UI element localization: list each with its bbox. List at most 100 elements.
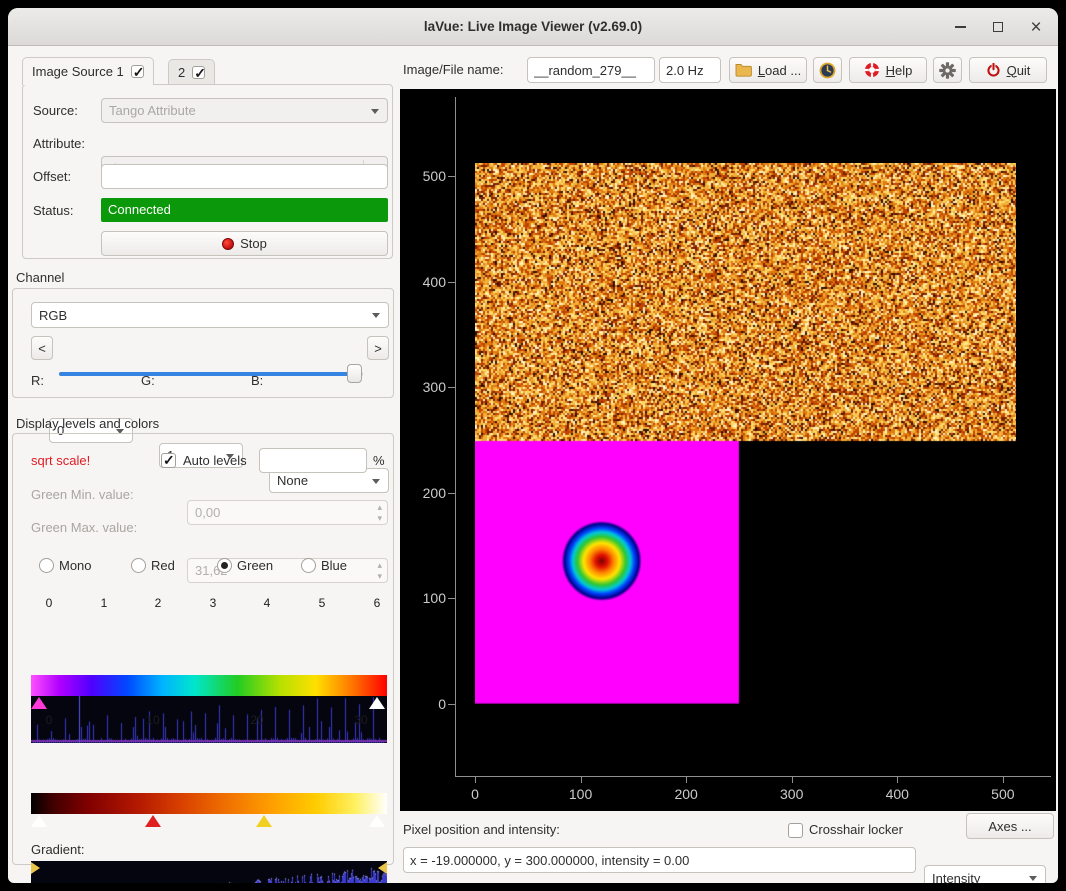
hist1-tick: 2 bbox=[155, 596, 162, 610]
help-icon bbox=[864, 62, 880, 78]
chevron-down-icon bbox=[371, 109, 379, 114]
y-tick-label: 200 bbox=[404, 484, 446, 502]
help-button[interactable]: Help bbox=[849, 57, 927, 83]
app-window: laVue: Live Image Viewer (v2.69.0) × Ima… bbox=[8, 8, 1058, 883]
spin-down-icon[interactable]: ▾ bbox=[377, 513, 382, 524]
b-label: B: bbox=[251, 368, 263, 393]
titlebar[interactable]: laVue: Live Image Viewer (v2.69.0) × bbox=[8, 8, 1058, 46]
axes-button[interactable]: Axes ... bbox=[966, 813, 1054, 839]
gradient-bar-2 bbox=[31, 793, 387, 814]
display-mode-select[interactable]: Intensity bbox=[924, 865, 1046, 883]
tab-image-source-1[interactable]: Image Source 1 bbox=[22, 57, 154, 85]
green-min-spinbox[interactable]: 0,00 ▴▾ bbox=[187, 500, 388, 525]
help-button-label: Help bbox=[886, 63, 913, 78]
radio-green-label: Green bbox=[237, 556, 273, 576]
x-tick-label: 400 bbox=[886, 786, 909, 802]
tab-image-source-1-label: Image Source 1 bbox=[32, 64, 124, 79]
gradient1-marker-white-icon[interactable] bbox=[369, 697, 385, 709]
x-tick-label: 500 bbox=[991, 786, 1014, 802]
gradient2-marker-red-icon[interactable] bbox=[145, 815, 161, 827]
status-badge: Connected bbox=[101, 198, 388, 222]
spin-arrows-icon[interactable]: ▴▾ bbox=[377, 560, 382, 582]
gear-icon bbox=[939, 62, 956, 79]
channel-prev-button[interactable]: < bbox=[31, 336, 53, 360]
gradient2-marker-yellow-icon[interactable] bbox=[256, 815, 272, 827]
radio-green[interactable] bbox=[217, 558, 232, 573]
green-min-label: Green Min. value: bbox=[31, 482, 134, 507]
gradient2-marker-white-left-icon[interactable] bbox=[31, 815, 47, 827]
x-tick-label: 0 bbox=[471, 786, 479, 802]
y-tick-mark bbox=[448, 704, 455, 705]
offset-label: Offset: bbox=[33, 164, 71, 189]
plot-area[interactable]: 01002003004005000100200300400500 bbox=[400, 89, 1056, 811]
hist1-tick: 5 bbox=[319, 596, 326, 610]
hist2-tick: 0 bbox=[46, 713, 53, 727]
x-tick-mark bbox=[581, 777, 582, 783]
minimize-button[interactable] bbox=[946, 13, 974, 41]
quit-button[interactable]: Quit bbox=[969, 57, 1047, 83]
load-button[interactable]: Load ... bbox=[729, 57, 807, 83]
tab2-enabled-checkbox[interactable] bbox=[192, 66, 205, 79]
radio-mono[interactable] bbox=[39, 558, 54, 573]
folder-icon bbox=[735, 63, 752, 77]
tab1-enabled-checkbox[interactable] bbox=[131, 65, 144, 78]
quit-icon bbox=[986, 63, 1001, 78]
status-label: Status: bbox=[33, 198, 73, 223]
channel-next-button[interactable]: > bbox=[367, 336, 389, 360]
x-tick-mark bbox=[686, 777, 687, 783]
level2-min-handle-icon[interactable] bbox=[31, 862, 40, 874]
levels-panel: sqrt scale! Auto levels % Green Min. val… bbox=[12, 433, 394, 865]
tab-image-source-2-label: 2 bbox=[178, 65, 185, 80]
spin-up-icon[interactable]: ▴ bbox=[377, 502, 382, 513]
hist1-tick: 1 bbox=[101, 596, 108, 610]
hist2-tick: 20 bbox=[250, 713, 263, 727]
offset-input[interactable] bbox=[101, 164, 388, 189]
gradient2-marker-white-right-icon[interactable] bbox=[369, 815, 385, 827]
channel-slider-handle[interactable] bbox=[347, 364, 362, 383]
y-tick-label: 100 bbox=[404, 589, 446, 607]
source-select-value: Tango Attribute bbox=[109, 103, 196, 118]
crosshair-locker-label: Crosshair locker bbox=[809, 817, 903, 843]
radio-mono-label: Mono bbox=[59, 556, 92, 576]
attribute-label: Attribute: bbox=[33, 131, 85, 156]
refresh-rate-input[interactable] bbox=[659, 57, 721, 83]
channel-slider-fill bbox=[59, 372, 353, 376]
tab-image-source-2[interactable]: 2 bbox=[168, 59, 215, 85]
stop-button-label: Stop bbox=[240, 236, 267, 251]
crosshair-locker-checkbox[interactable] bbox=[788, 823, 803, 838]
source-select[interactable]: Tango Attribute bbox=[101, 98, 388, 123]
auto-levels-checkbox[interactable] bbox=[161, 453, 176, 468]
hist1-tick: 0 bbox=[46, 596, 53, 610]
y-tick-label: 400 bbox=[404, 273, 446, 291]
channel-mode-select[interactable]: RGB bbox=[31, 302, 389, 328]
channel-slider[interactable] bbox=[59, 362, 363, 386]
image-source-panel: Source: Tango Attribute Attribute: ☆ tan… bbox=[22, 84, 393, 259]
pixel-position-value[interactable] bbox=[403, 847, 916, 873]
y-tick-mark bbox=[448, 598, 455, 599]
chevron-down-icon bbox=[1029, 876, 1037, 881]
x-tick-label: 200 bbox=[674, 786, 697, 802]
auto-levels-factor-input[interactable] bbox=[259, 448, 367, 473]
plot-image[interactable] bbox=[475, 163, 1016, 704]
frame-rate-button[interactable] bbox=[813, 57, 842, 83]
window-controls: × bbox=[946, 8, 1050, 46]
histogram-2[interactable] bbox=[31, 861, 387, 883]
close-button[interactable]: × bbox=[1022, 13, 1050, 41]
level2-max-handle-icon[interactable] bbox=[378, 862, 387, 874]
stop-button[interactable]: Stop bbox=[101, 231, 388, 256]
maximize-button[interactable] bbox=[984, 13, 1012, 41]
radio-blue[interactable] bbox=[301, 558, 316, 573]
file-name-label: Image/File name: bbox=[403, 57, 503, 83]
x-tick-mark bbox=[1003, 777, 1004, 783]
gradient-label: Gradient: bbox=[31, 837, 84, 862]
spin-up-icon[interactable]: ▴ bbox=[377, 560, 382, 571]
x-tick-mark bbox=[475, 777, 476, 783]
settings-button[interactable] bbox=[933, 57, 962, 83]
file-name-input[interactable] bbox=[527, 57, 655, 83]
gradient1-marker-magenta-icon[interactable] bbox=[31, 697, 47, 709]
close-icon: × bbox=[1030, 18, 1041, 37]
spin-down-icon[interactable]: ▾ bbox=[377, 571, 382, 582]
window-title: laVue: Live Image Viewer (v2.69.0) bbox=[8, 8, 1058, 46]
radio-red[interactable] bbox=[131, 558, 146, 573]
spin-arrows-icon[interactable]: ▴▾ bbox=[377, 502, 382, 524]
